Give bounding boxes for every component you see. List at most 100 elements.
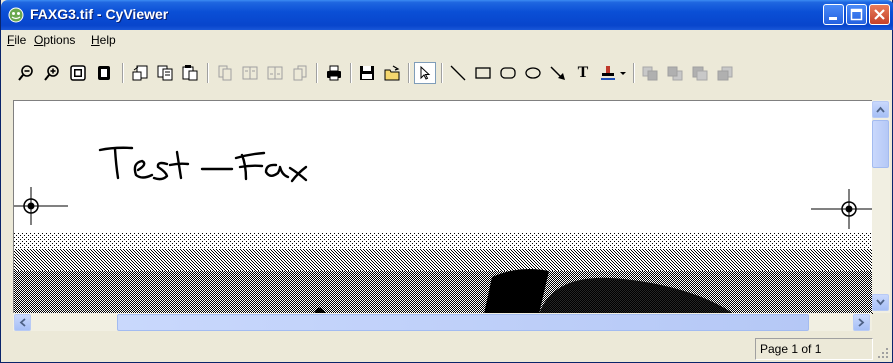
page-indicator: Page 1 of 1 bbox=[755, 338, 873, 360]
copy-button[interactable] bbox=[154, 62, 176, 84]
arrow-tool-button[interactable] bbox=[547, 62, 569, 84]
open-folder-icon bbox=[384, 65, 400, 81]
chevron-down-icon bbox=[620, 72, 626, 75]
menu-options[interactable]: Options bbox=[34, 33, 75, 47]
page-last-button[interactable] bbox=[289, 62, 311, 84]
page-next-button[interactable] bbox=[264, 62, 286, 84]
menu-help[interactable]: Help bbox=[91, 33, 116, 47]
fit-page-icon bbox=[70, 65, 86, 81]
registration-mark-left bbox=[14, 187, 68, 225]
registration-mark-right bbox=[811, 189, 873, 229]
title-bar[interactable]: FAXG3.tif - CyViewer bbox=[1, 0, 893, 30]
menu-help-hotkey: H bbox=[91, 33, 100, 47]
text-tool-button[interactable]: T bbox=[572, 62, 594, 84]
menu-options-rest: ptions bbox=[43, 33, 76, 47]
send-to-back-icon bbox=[717, 66, 733, 81]
menu-options-hotkey: O bbox=[34, 33, 44, 47]
page-prev-icon bbox=[242, 66, 258, 80]
vertical-scrollbar[interactable] bbox=[872, 100, 890, 313]
fax-image bbox=[14, 146, 873, 314]
scroll-down-button[interactable] bbox=[872, 294, 889, 311]
maximize-icon bbox=[850, 8, 863, 21]
app-icon bbox=[8, 7, 24, 23]
zoom-out-button[interactable] bbox=[15, 62, 37, 84]
toolbar-separator bbox=[350, 63, 352, 83]
rounded-rectangle-icon bbox=[500, 67, 516, 79]
page-first-icon bbox=[218, 65, 232, 81]
toolbar-separator bbox=[441, 63, 443, 83]
app-window: FAXG3.tif - CyViewer File Options Help T… bbox=[0, 0, 893, 363]
chevron-down-icon bbox=[876, 299, 885, 306]
ellipse-icon bbox=[525, 67, 541, 79]
minimize-icon bbox=[829, 17, 837, 20]
page-prev-button[interactable] bbox=[239, 62, 261, 84]
fit-page-button[interactable] bbox=[67, 62, 89, 84]
layer-forward-button[interactable] bbox=[639, 62, 661, 84]
pointer-icon bbox=[420, 65, 431, 80]
menu-file[interactable]: File bbox=[7, 33, 26, 47]
arrow-icon bbox=[550, 66, 565, 80]
rotate-left-button[interactable] bbox=[129, 62, 151, 84]
toolbar-separator bbox=[408, 63, 410, 83]
print-button[interactable] bbox=[323, 62, 345, 84]
toolbar-separator bbox=[633, 63, 635, 83]
zoom-in-button[interactable] bbox=[41, 62, 63, 84]
status-bar: Page 1 of 1 bbox=[1, 333, 893, 363]
rotate-icon bbox=[132, 65, 148, 81]
menu-help-rest: elp bbox=[99, 33, 116, 47]
page-last-icon bbox=[293, 65, 307, 81]
layer-front-button[interactable] bbox=[689, 62, 711, 84]
stamp-tool-button[interactable] bbox=[597, 62, 619, 84]
rounded-rectangle-tool-button[interactable] bbox=[497, 62, 519, 84]
paste-icon bbox=[182, 65, 198, 81]
paste-button[interactable] bbox=[179, 62, 201, 84]
scroll-up-button[interactable] bbox=[872, 101, 889, 118]
layer-backward-button[interactable] bbox=[664, 62, 686, 84]
open-button[interactable] bbox=[381, 62, 403, 84]
fit-width-button[interactable] bbox=[93, 62, 115, 84]
stamp-icon bbox=[601, 66, 615, 80]
toolbar: T bbox=[1, 50, 893, 100]
rectangle-icon bbox=[475, 67, 491, 79]
minimize-button[interactable] bbox=[823, 4, 844, 25]
menu-bar: File Options Help bbox=[1, 30, 893, 50]
horizontal-scroll-thumb[interactable] bbox=[117, 314, 809, 331]
menu-file-rest: ile bbox=[14, 33, 27, 47]
select-tool-button[interactable] bbox=[414, 62, 436, 84]
ellipse-tool-button[interactable] bbox=[522, 62, 544, 84]
document-canvas[interactable] bbox=[13, 100, 873, 314]
page-next-icon bbox=[267, 66, 283, 80]
close-button[interactable] bbox=[869, 4, 890, 25]
line-tool-button[interactable] bbox=[447, 62, 469, 84]
line-icon bbox=[450, 65, 466, 81]
page-first-button[interactable] bbox=[214, 62, 236, 84]
fax-scan-noise bbox=[14, 233, 873, 314]
scroll-right-button[interactable] bbox=[853, 314, 870, 331]
zoom-out-icon bbox=[18, 65, 33, 81]
stamp-dropdown-button[interactable] bbox=[617, 62, 629, 84]
horizontal-scrollbar[interactable] bbox=[13, 313, 872, 331]
toolbar-separator bbox=[207, 63, 209, 83]
chevron-left-icon bbox=[19, 318, 26, 327]
print-icon bbox=[327, 65, 341, 81]
handwriting-test-fax bbox=[98, 146, 308, 183]
chevron-right-icon bbox=[858, 318, 865, 327]
bring-forward-icon bbox=[642, 66, 658, 81]
scroll-left-button[interactable] bbox=[14, 314, 31, 331]
send-backward-icon bbox=[667, 66, 683, 81]
chevron-up-icon bbox=[876, 106, 885, 113]
fit-width-icon bbox=[98, 66, 110, 80]
layer-back-button[interactable] bbox=[714, 62, 736, 84]
close-icon bbox=[874, 9, 885, 20]
zoom-in-icon bbox=[44, 65, 59, 81]
bring-to-front-icon bbox=[692, 66, 708, 81]
vertical-scroll-thumb[interactable] bbox=[872, 120, 889, 168]
toolbar-separator bbox=[316, 63, 318, 83]
save-button[interactable] bbox=[356, 62, 378, 84]
save-icon bbox=[360, 66, 374, 80]
rectangle-tool-button[interactable] bbox=[472, 62, 494, 84]
window-title: FAXG3.tif - CyViewer bbox=[30, 6, 169, 22]
resize-grip-icon[interactable] bbox=[876, 346, 890, 360]
toolbar-separator bbox=[122, 63, 124, 83]
maximize-button[interactable] bbox=[846, 4, 867, 25]
